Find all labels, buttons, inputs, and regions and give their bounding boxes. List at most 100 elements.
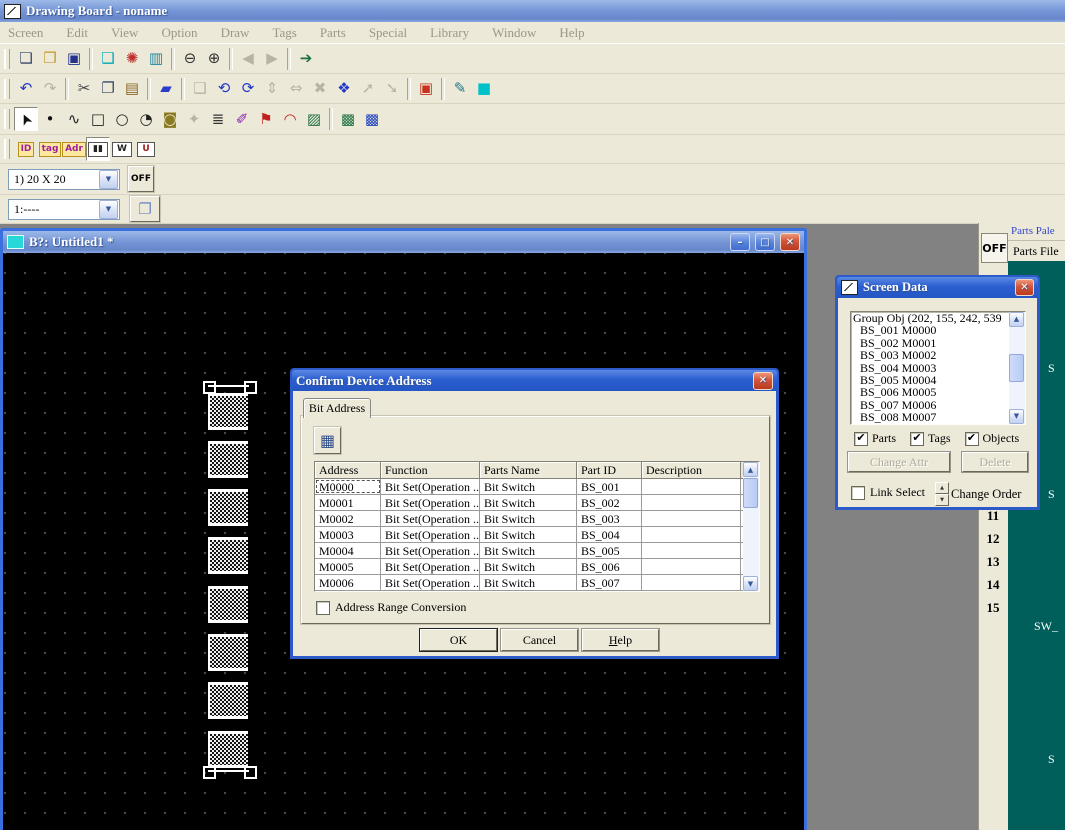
menu-draw[interactable]: Draw bbox=[221, 25, 250, 41]
toolbar-gripper[interactable] bbox=[4, 49, 10, 69]
table-cell[interactable]: M0004 bbox=[315, 543, 381, 558]
exit-button[interactable]: ➔ bbox=[294, 47, 318, 71]
scrollbar-thumb[interactable] bbox=[1009, 354, 1024, 382]
table-row[interactable]: M0005Bit Set(Operation ...Bit SwitchBS_0… bbox=[315, 559, 759, 575]
ok-button[interactable]: OK bbox=[420, 629, 497, 651]
help-button[interactable]: Help bbox=[582, 629, 659, 651]
table-cell[interactable]: Bit Switch bbox=[480, 527, 577, 542]
table-cell[interactable]: BS_003 bbox=[577, 511, 642, 526]
bit-switch-object[interactable] bbox=[208, 393, 248, 430]
table-cell[interactable]: Bit Set(Operation ... bbox=[381, 511, 480, 526]
parts-box-blue-button[interactable]: ▩ bbox=[360, 107, 384, 131]
column-header-address[interactable]: Address bbox=[315, 462, 381, 478]
table-cell[interactable]: Bit Set(Operation ... bbox=[381, 543, 480, 558]
table-row[interactable]: M0006Bit Set(Operation ...Bit SwitchBS_0… bbox=[315, 575, 759, 591]
table-cell[interactable] bbox=[642, 559, 741, 574]
expand-button[interactable]: ❖ bbox=[332, 77, 356, 101]
selection-handle[interactable] bbox=[203, 381, 216, 394]
bit-switch-object[interactable] bbox=[208, 441, 248, 478]
save-button[interactable]: ▣ bbox=[62, 47, 86, 71]
table-cell[interactable]: BS_005 bbox=[577, 543, 642, 558]
table-cell[interactable]: Bit Set(Operation ... bbox=[381, 479, 480, 494]
zoom-in-button[interactable]: ⊕ bbox=[202, 47, 226, 71]
scrollbar-thumb[interactable] bbox=[743, 478, 758, 508]
adr-tag-button[interactable]: Adr bbox=[62, 137, 86, 161]
select-arrow-button[interactable]: ➤ bbox=[14, 107, 38, 131]
scale-tool-button[interactable]: ≣ bbox=[206, 107, 230, 131]
column-header-part-id[interactable]: Part ID bbox=[577, 462, 642, 478]
menu-parts[interactable]: Parts bbox=[320, 25, 346, 41]
change-order-spinner[interactable]: ▲▼ bbox=[935, 482, 949, 506]
bit-switch-object[interactable] bbox=[208, 489, 248, 526]
list-item[interactable]: BS_001 M0000 bbox=[851, 324, 1025, 336]
menu-tags[interactable]: Tags bbox=[272, 25, 296, 41]
table-cell[interactable]: Bit Switch bbox=[480, 479, 577, 494]
app-titlebar[interactable]: Drawing Board - noname bbox=[0, 0, 1065, 22]
zoom-out-button[interactable]: ⊖ bbox=[178, 47, 202, 71]
arc-part-tool-button[interactable]: ◠ bbox=[278, 107, 302, 131]
close-icon[interactable]: ✕ bbox=[753, 372, 773, 390]
parts-box-green-button[interactable]: ▩ bbox=[336, 107, 360, 131]
checkbox-objects-box[interactable]: ✔ bbox=[965, 432, 979, 446]
table-cell[interactable]: M0006 bbox=[315, 575, 381, 590]
table-cell[interactable]: Bit Switch bbox=[480, 511, 577, 526]
table-row[interactable]: M0001Bit Set(Operation ...Bit SwitchBS_0… bbox=[315, 495, 759, 511]
table-cell[interactable] bbox=[642, 511, 741, 526]
close-icon[interactable]: ✕ bbox=[1015, 279, 1034, 296]
table-cell[interactable]: BS_006 bbox=[577, 559, 642, 574]
table-row[interactable]: M0002Bit Set(Operation ...Bit SwitchBS_0… bbox=[315, 511, 759, 527]
list-item[interactable]: BS_006 M0005 bbox=[851, 386, 1025, 398]
table-row[interactable]: M0003Bit Set(Operation ...Bit SwitchBS_0… bbox=[315, 527, 759, 543]
table-cell[interactable]: Bit Switch bbox=[480, 559, 577, 574]
table-cell[interactable] bbox=[642, 495, 741, 510]
table-cell[interactable]: Bit Switch bbox=[480, 495, 577, 510]
table-row[interactable]: M0004Bit Set(Operation ...Bit SwitchBS_0… bbox=[315, 543, 759, 559]
palette-off-button[interactable]: OFF bbox=[981, 233, 1008, 263]
pen-check-button[interactable]: ✎ bbox=[448, 77, 472, 101]
keypad-button[interactable]: ▦ bbox=[314, 427, 341, 454]
preview-button[interactable]: ▥ bbox=[144, 47, 168, 71]
minimize-button[interactable]: – bbox=[730, 233, 750, 251]
bit-switch-object[interactable] bbox=[208, 682, 248, 719]
column-header-function[interactable]: Function bbox=[381, 462, 480, 478]
copy-button[interactable]: ❐ bbox=[96, 77, 120, 101]
selection-handle[interactable] bbox=[203, 766, 216, 779]
link-select-checkbox[interactable] bbox=[851, 486, 865, 500]
order-swap-button[interactable]: ▣ bbox=[414, 77, 438, 101]
arc-tool-button[interactable]: ◔ bbox=[134, 107, 158, 131]
copy-screen-button[interactable]: ❐ bbox=[130, 196, 160, 222]
screen-select-combo[interactable]: 1:---- ▼ bbox=[8, 199, 120, 220]
table-cell[interactable] bbox=[642, 575, 741, 590]
table-cell[interactable]: Bit Set(Operation ... bbox=[381, 495, 480, 510]
rectangle-tool-button[interactable]: □ bbox=[86, 107, 110, 131]
menu-special[interactable]: Special bbox=[369, 25, 407, 41]
list-item[interactable]: BS_003 M0002 bbox=[851, 349, 1025, 361]
id-tag-button[interactable]: ID bbox=[14, 137, 38, 161]
chevron-down-icon[interactable]: ▼ bbox=[99, 200, 118, 219]
selection-handle[interactable] bbox=[244, 381, 257, 394]
fill-tool-button[interactable]: ◙ bbox=[158, 107, 182, 131]
menu-window[interactable]: Window bbox=[492, 25, 536, 41]
table-cell[interactable]: Bit Set(Operation ... bbox=[381, 559, 480, 574]
toolbar-gripper[interactable] bbox=[4, 79, 10, 99]
marker-pen-tool-button[interactable]: ✐ bbox=[230, 107, 254, 131]
filled-square-button[interactable]: ■ bbox=[472, 77, 496, 101]
copy-screen-button[interactable]: ❑ bbox=[96, 47, 120, 71]
cancel-button[interactable]: Cancel bbox=[501, 629, 578, 651]
scroll-up-button[interactable]: ▲ bbox=[743, 462, 758, 477]
toolbar-gripper[interactable] bbox=[4, 109, 10, 129]
tag-tag-button[interactable]: tag bbox=[38, 137, 62, 161]
table-cell[interactable] bbox=[642, 527, 741, 542]
chevron-down-icon[interactable]: ▼ bbox=[99, 170, 118, 189]
table-cell[interactable]: BS_002 bbox=[577, 495, 642, 510]
table-cell[interactable]: M0001 bbox=[315, 495, 381, 510]
part-slot-13[interactable]: 13 bbox=[979, 550, 1007, 573]
eraser-button[interactable]: ▰ bbox=[154, 77, 178, 101]
table-cell[interactable]: BS_004 bbox=[577, 527, 642, 542]
tab-bit-address[interactable]: Bit Address bbox=[303, 398, 371, 418]
part-slot-12[interactable]: 12 bbox=[979, 527, 1007, 550]
scroll-up-button[interactable]: ▲ bbox=[1009, 312, 1024, 327]
screen-data-titlebar[interactable]: Screen Data ✕ bbox=[837, 277, 1038, 298]
table-cell[interactable]: M0002 bbox=[315, 511, 381, 526]
u-graph-button[interactable]: U bbox=[134, 137, 158, 161]
